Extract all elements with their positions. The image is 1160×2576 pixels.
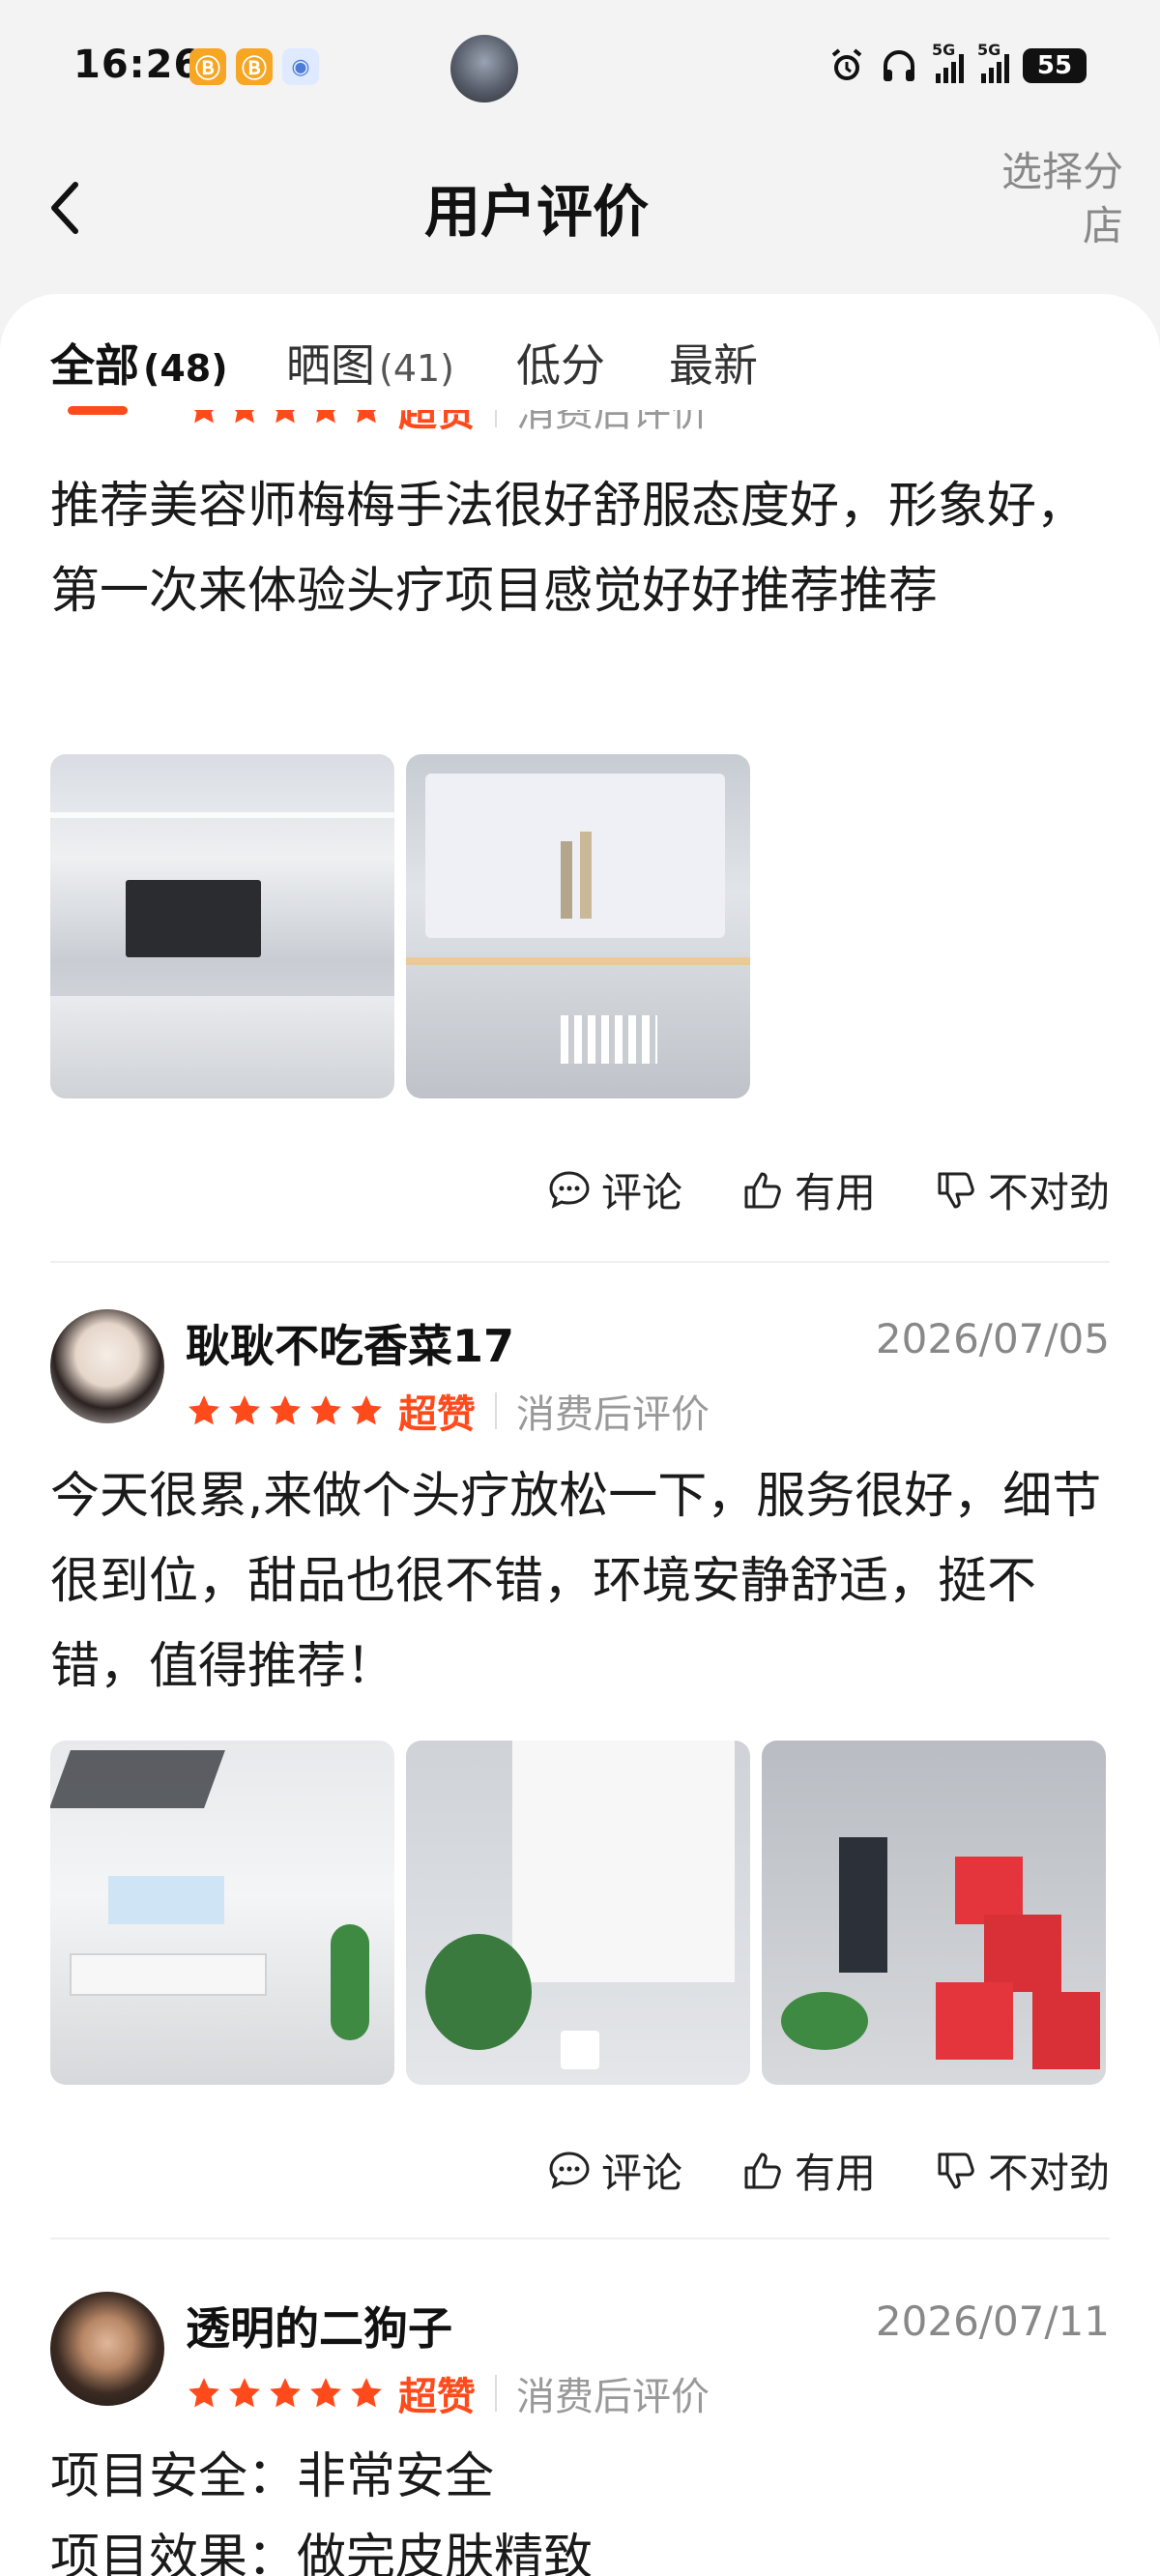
comment-button[interactable]: 评论	[547, 1160, 682, 1219]
alarm-icon	[831, 48, 862, 80]
review-meta: 超赞 消费后评价	[186, 1387, 710, 1437]
wrong-button[interactable]: 不对劲	[934, 2141, 1110, 2200]
star-rating	[186, 1392, 385, 1429]
rating-word: 超赞	[398, 1392, 476, 1437]
star-icon	[351, 1395, 382, 1425]
thumbs-up-icon	[744, 2152, 781, 2188]
review-actions: 评论 有用 不对劲	[547, 2141, 1110, 2200]
tab-low-score[interactable]: 低分	[516, 331, 605, 395]
review-photos	[50, 1741, 1106, 2085]
review-detail-line: 项目安全：非常安全	[50, 2448, 495, 2505]
notification-icons: Ⓑ Ⓑ ◉	[189, 48, 319, 85]
star-icon	[188, 1395, 219, 1425]
star-icon	[188, 2378, 219, 2408]
page-title: 用户评价	[423, 179, 649, 245]
review-date: 2026/07/05	[875, 1315, 1110, 1362]
thumbs-up-icon	[744, 1172, 781, 1208]
wrong-button[interactable]: 不对劲	[934, 1160, 1110, 1219]
avatar[interactable]	[50, 2292, 164, 2406]
star-icon	[310, 2378, 341, 2408]
review-source-note: 消费后评价	[516, 2375, 710, 2419]
review-actions: 评论 有用 不对劲	[547, 1160, 1110, 1219]
star-icon	[270, 2378, 301, 2408]
review-photo[interactable]	[406, 754, 750, 1098]
thumbs-down-icon	[938, 2152, 974, 2188]
reviewer-name[interactable]: 耿耿不吃香菜17	[186, 1311, 514, 1375]
review-source-note: 消费后评价	[516, 1392, 710, 1437]
thumbs-down-icon	[938, 1172, 974, 1208]
star-icon	[229, 2378, 260, 2408]
star-icon	[270, 1395, 301, 1425]
comment-button[interactable]: 评论	[547, 2141, 682, 2200]
status-time: 16:26	[73, 43, 202, 87]
review-photo[interactable]	[50, 754, 394, 1098]
useful-button[interactable]: 有用	[740, 2141, 876, 2200]
top-nav-bar: 用户评价 选择分店	[0, 145, 1160, 280]
app-notification-icon: Ⓑ	[189, 48, 226, 85]
review-divider	[50, 2238, 1110, 2239]
review-meta: 超赞 消费后评价	[186, 2369, 710, 2419]
divider	[495, 1392, 497, 1429]
headphones-icon	[884, 50, 914, 81]
comment-icon	[549, 2151, 590, 2189]
floating-avatar-icon[interactable]	[450, 35, 518, 102]
review-tabs: 全部 (48) 晒图 (41) 低分 最新	[0, 294, 1160, 410]
signal-5g-icon: 5G	[932, 41, 964, 83]
review-photo[interactable]	[406, 1741, 750, 2085]
star-icon	[310, 1395, 341, 1425]
tab-latest[interactable]: 最新	[669, 331, 758, 395]
avatar[interactable]	[50, 1309, 164, 1423]
select-store-button[interactable]: 选择分店	[998, 145, 1123, 253]
divider	[495, 2375, 497, 2412]
battery-icon: 55	[1023, 48, 1087, 83]
tab-photos[interactable]: 晒图 (41)	[286, 331, 454, 395]
review-detail-line: 项目效果：做完皮肤精致	[50, 2530, 594, 2576]
review-photos	[50, 754, 750, 1098]
app-notification-icon: ◉	[282, 48, 319, 85]
star-rating	[186, 2375, 385, 2412]
reviews-card: 全部 (48) 晒图 (41) 低分 最新 超赞 消费后评价 推荐美容师梅梅手法很好…	[0, 294, 1160, 2576]
status-bar: 16:26 Ⓑ Ⓑ ◉ 5G 5G 55	[0, 0, 1160, 135]
review-text: 今天很累,来做个头疗放松一下，服务很好，细节很到位，甜品也很不错，环境安静舒适，…	[50, 1468, 1102, 1695]
comment-icon	[549, 1170, 590, 1209]
useful-button[interactable]: 有用	[740, 1160, 876, 1219]
review-divider	[50, 1261, 1110, 1263]
system-status-icons: 5G 5G 55	[827, 41, 1087, 85]
review-photo[interactable]	[50, 1741, 394, 2085]
review-date: 2026/07/11	[875, 2298, 1110, 2345]
review-photo[interactable]	[762, 1741, 1106, 2085]
signal-5g-icon: 5G	[977, 41, 1009, 83]
app-notification-icon: Ⓑ	[236, 48, 273, 85]
tab-all[interactable]: 全部 (48)	[50, 331, 228, 395]
review-text: 推荐美容师梅梅手法很好舒服态度好，形象好，第一次来体验头疗项目感觉好好推荐推荐	[50, 478, 1087, 620]
tab-active-indicator	[68, 406, 128, 415]
rating-word: 超赞	[398, 2375, 476, 2419]
star-icon	[351, 2378, 382, 2408]
star-icon	[229, 1395, 260, 1425]
reviewer-name[interactable]: 透明的二狗子	[186, 2294, 452, 2357]
